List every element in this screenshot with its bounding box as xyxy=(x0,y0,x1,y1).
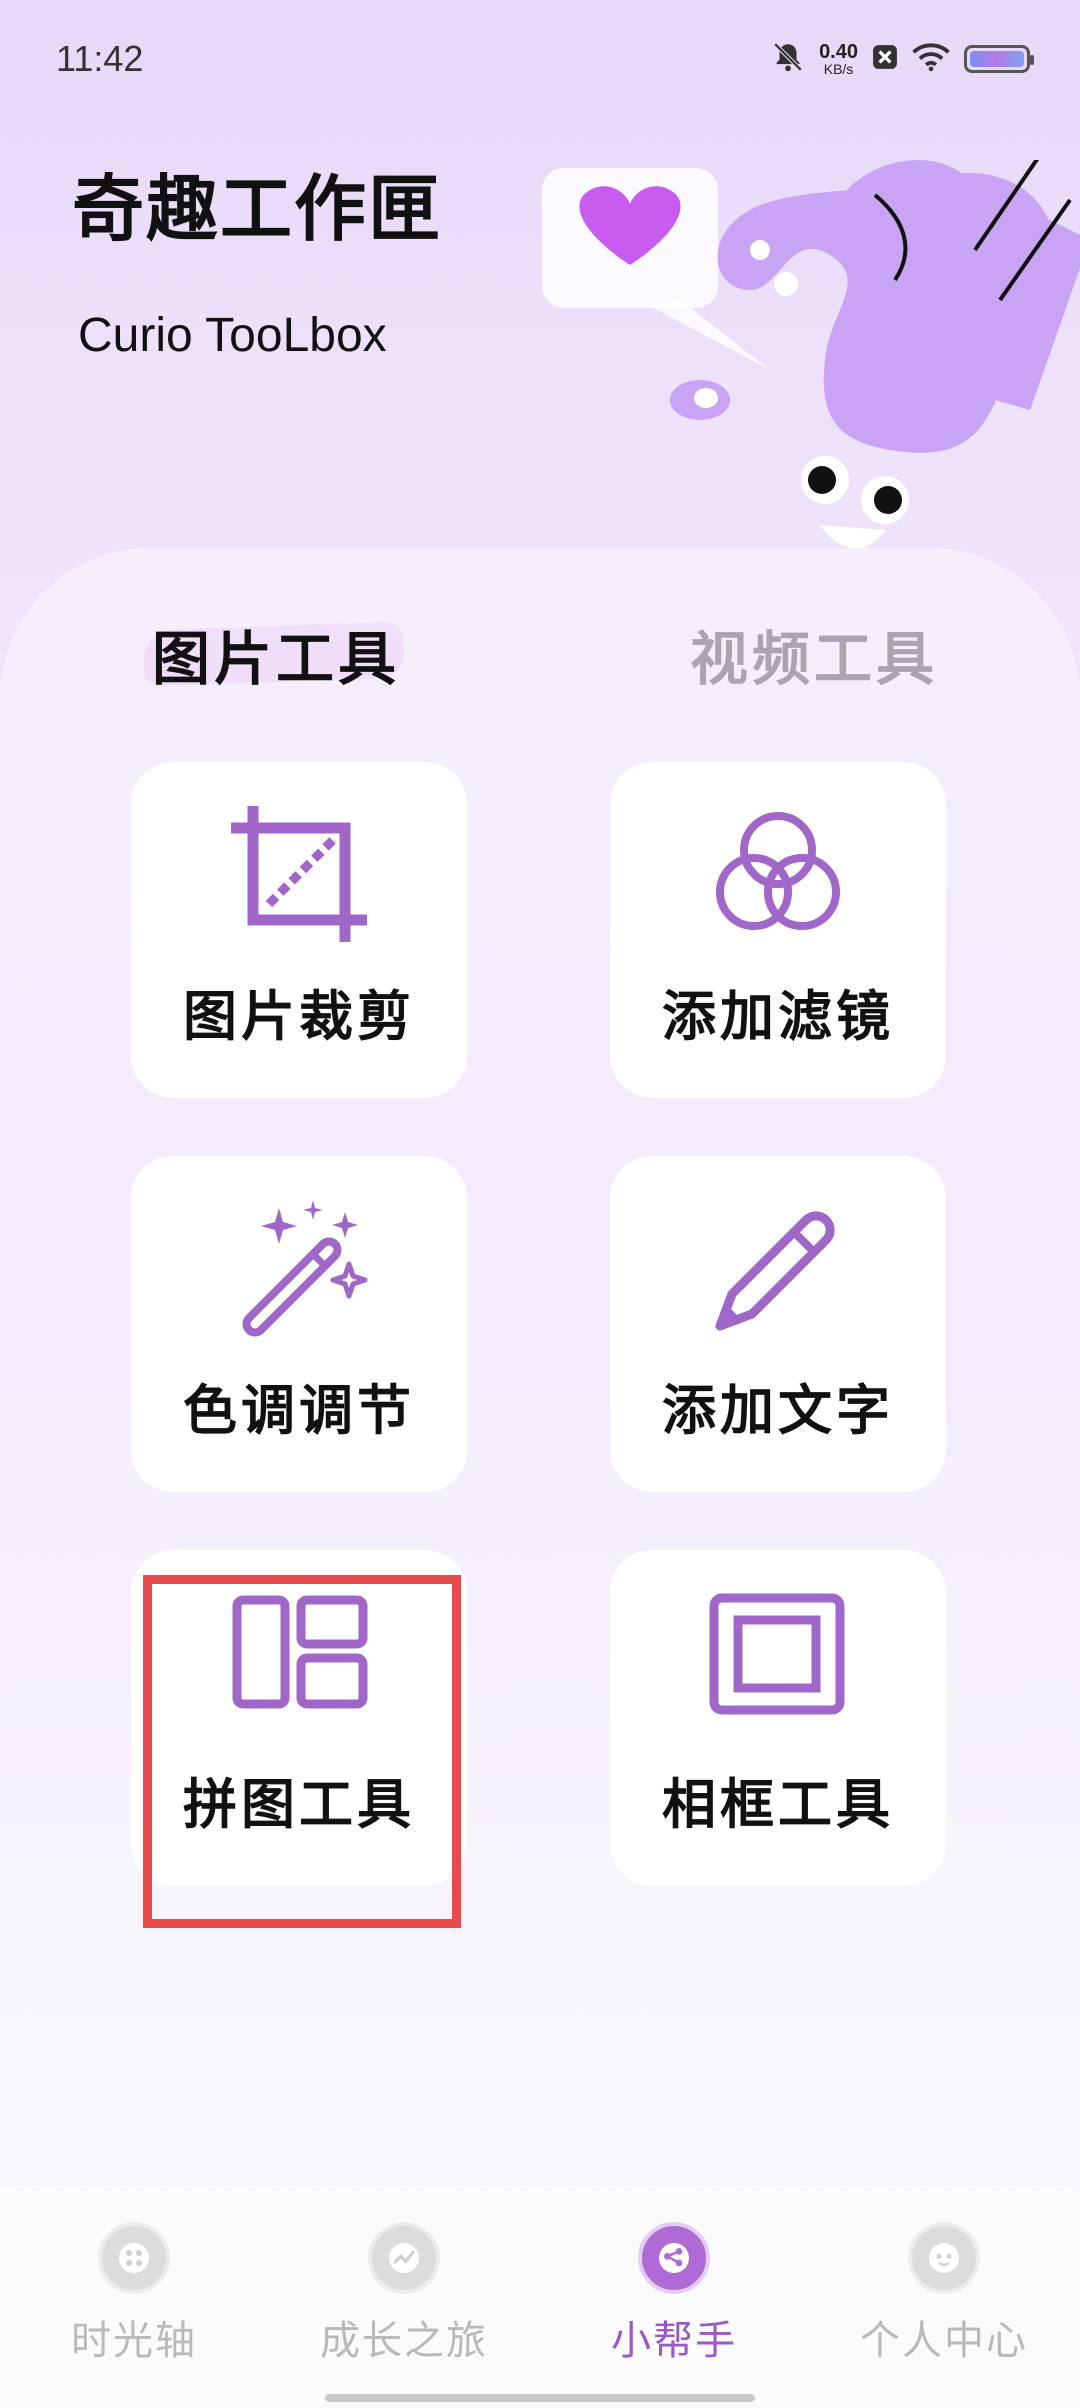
battery-icon xyxy=(964,45,1034,73)
status-time: 11:42 xyxy=(56,38,144,79)
tool-label: 添加文字 xyxy=(662,1379,894,1442)
network-speed: 0.40 KB/s xyxy=(819,41,858,77)
tool-card-tone[interactable]: 色调调节 xyxy=(131,1156,467,1492)
app-subtitle: Curio TooLbox xyxy=(78,309,387,362)
nav-label-timeline: 时光轴 xyxy=(71,2318,197,2364)
nav-label-profile: 个人中心 xyxy=(860,2318,1028,2364)
photo-frame-icon xyxy=(709,1593,845,1715)
nav-item-growth[interactable]: 成长之旅 xyxy=(294,2222,514,2366)
mute-bell-icon xyxy=(771,40,805,78)
magic-wand-icon xyxy=(242,1200,368,1337)
app-title: 奇趣工作匣 xyxy=(72,167,443,251)
nav-label-helper: 小帮手 xyxy=(611,2318,737,2364)
status-bar: 11:42 0.40 KB/s xyxy=(0,0,1080,120)
status-icons: 0.40 KB/s xyxy=(771,40,1034,78)
tool-card-text[interactable]: 添加文字 xyxy=(610,1156,946,1492)
wifi-icon xyxy=(912,42,950,76)
mascot-illustration xyxy=(542,160,1080,549)
tool-card-frame[interactable]: 相框工具 xyxy=(610,1550,946,1886)
octopus-mascot xyxy=(670,160,1080,549)
nav-item-helper[interactable]: 小帮手 xyxy=(564,2222,784,2366)
pencil-icon xyxy=(715,1211,835,1331)
home-indicator[interactable] xyxy=(325,2394,755,2402)
close-notification-icon xyxy=(872,44,898,74)
tool-card-filter[interactable]: 添加滤镜 xyxy=(610,762,946,1098)
selection-highlight xyxy=(143,1575,461,1928)
timeline-icon xyxy=(98,2222,170,2294)
nav-label-growth: 成长之旅 xyxy=(320,2318,488,2364)
tool-card-crop[interactable]: 图片裁剪 xyxy=(131,762,467,1098)
tab-image-tools[interactable]: 图片工具 xyxy=(143,612,405,696)
tab-video-tools[interactable]: 视频工具 xyxy=(690,612,938,696)
tool-label: 相框工具 xyxy=(662,1773,894,1836)
nav-item-timeline[interactable]: 时光轴 xyxy=(24,2222,244,2366)
filter-circles-icon xyxy=(716,812,840,930)
tool-label: 色调调节 xyxy=(183,1379,415,1442)
growth-chart-icon xyxy=(368,2222,440,2294)
crop-icon xyxy=(231,806,367,942)
tool-label: 添加滤镜 xyxy=(662,985,894,1048)
helper-icon xyxy=(638,2222,710,2294)
profile-icon xyxy=(908,2222,980,2294)
nav-item-profile[interactable]: 个人中心 xyxy=(834,2222,1054,2366)
tool-label: 图片裁剪 xyxy=(183,985,415,1048)
